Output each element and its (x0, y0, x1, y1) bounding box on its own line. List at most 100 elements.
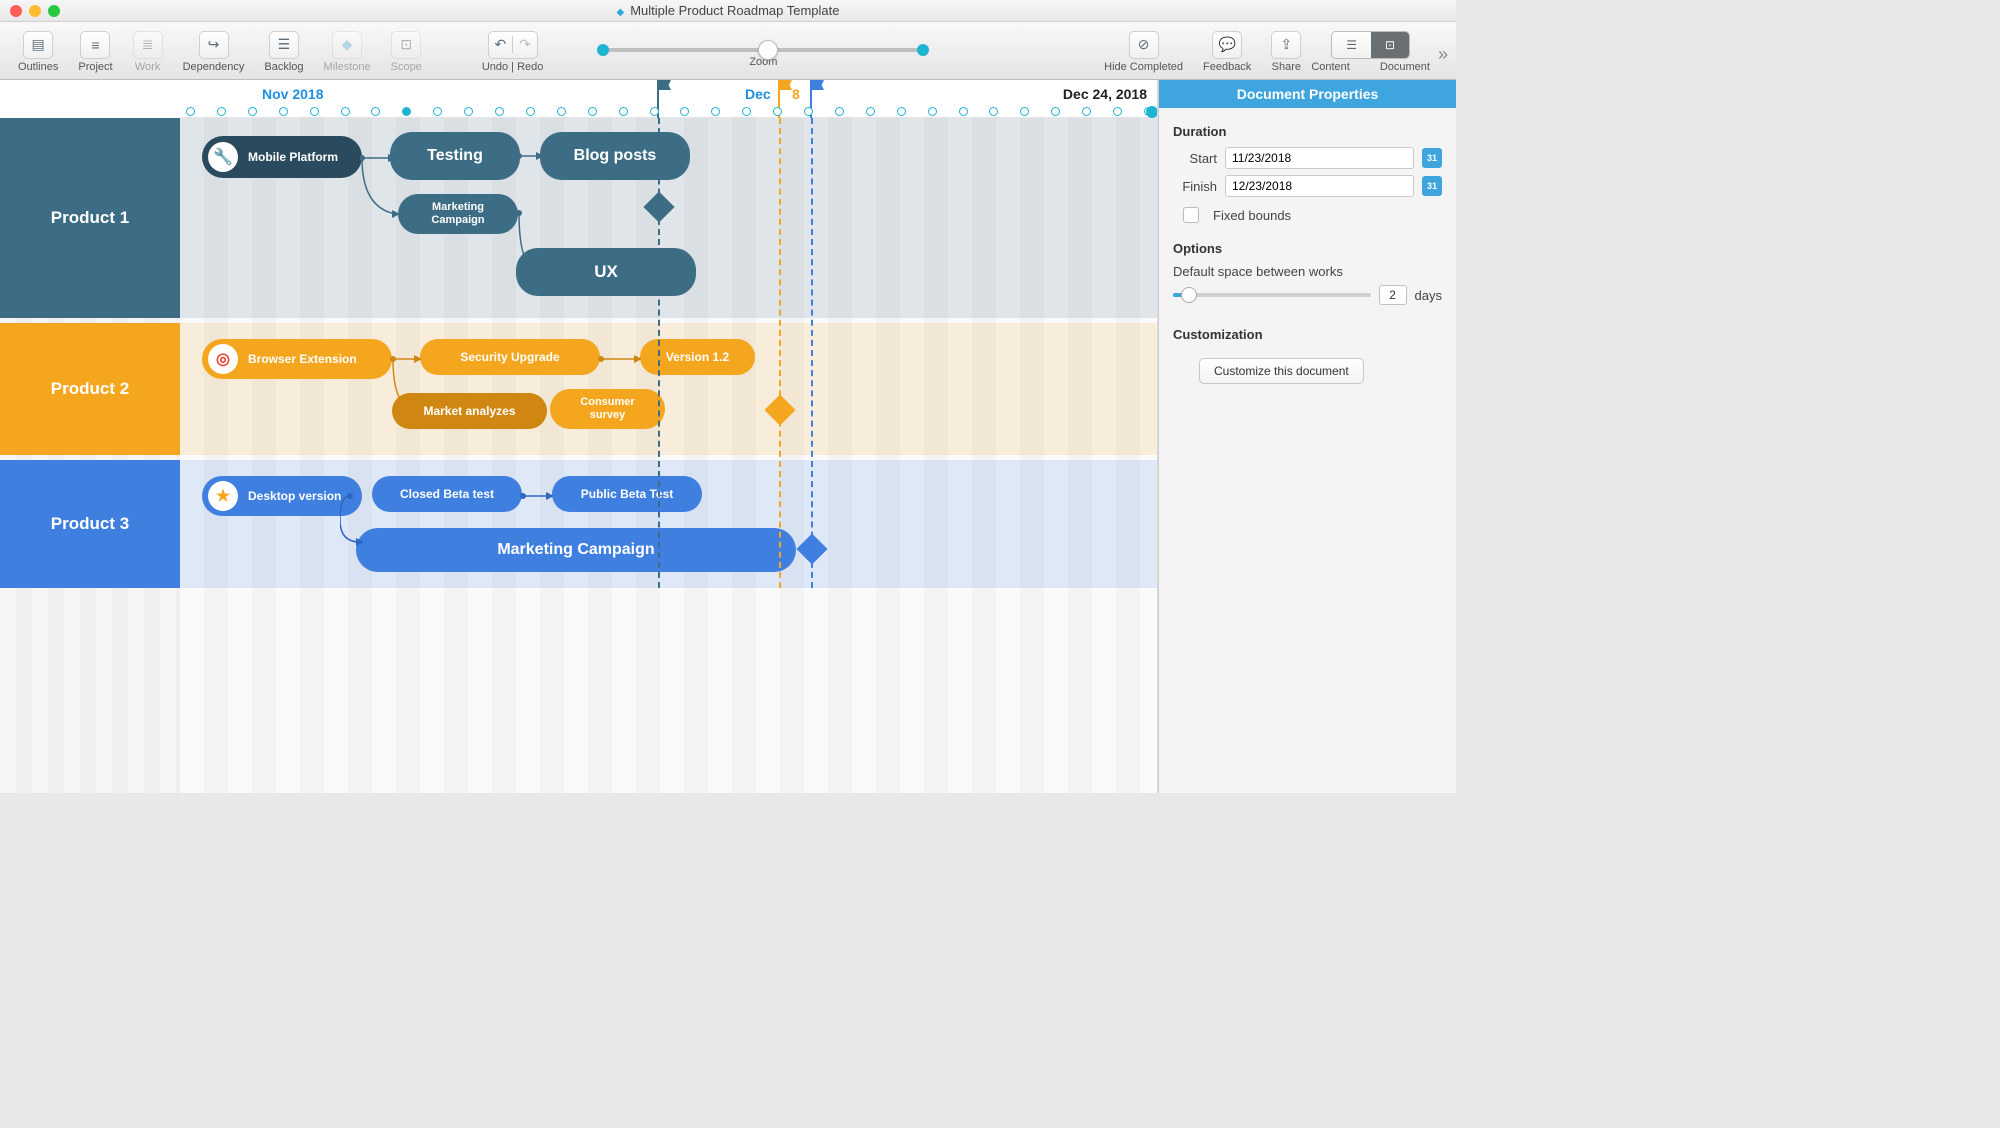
finish-date-input[interactable] (1225, 175, 1414, 197)
seg-document[interactable]: ⊡ (1371, 32, 1409, 58)
share-button[interactable]: ⇪Share (1261, 29, 1311, 73)
timeline-tick[interactable] (279, 107, 288, 116)
project-button[interactable]: ≡Project (68, 29, 122, 73)
timeline-month-dec: Dec (745, 86, 771, 102)
timeline-tick[interactable] (866, 107, 875, 116)
zoom-thumb[interactable] (758, 40, 778, 60)
close-window-icon[interactable] (10, 5, 22, 17)
timeline-tick[interactable] (310, 107, 319, 116)
timeline-tick[interactable] (650, 107, 659, 116)
timeline-tick[interactable] (341, 107, 350, 116)
title-bar: Multiple Product Roadmap Template (0, 0, 1456, 22)
fixed-bounds-label: Fixed bounds (1213, 208, 1291, 223)
timeline-tick[interactable] (1113, 107, 1122, 116)
swimlane-product-3[interactable]: Product 3 (0, 460, 180, 588)
milestone-flag-blue[interactable] (810, 80, 826, 98)
duration-heading: Duration (1173, 124, 1442, 139)
feedback-button[interactable]: 💬Feedback (1193, 29, 1261, 73)
timeline-tick[interactable] (959, 107, 968, 116)
undo-redo-icon: ↶↷ (488, 31, 538, 59)
timeline-tick[interactable] (835, 107, 844, 116)
spacing-thumb[interactable] (1181, 287, 1197, 303)
task-security-upgrade[interactable]: Security Upgrade (420, 339, 600, 375)
timeline-tick[interactable] (557, 107, 566, 116)
timeline-tick[interactable] (804, 107, 813, 116)
timeline-tick[interactable] (1082, 107, 1091, 116)
timeline-tick[interactable] (464, 107, 473, 116)
maximize-window-icon[interactable] (48, 5, 60, 17)
customization-heading: Customization (1173, 327, 1442, 342)
timeline-end-tick[interactable] (1146, 106, 1158, 118)
swimlane-product-1[interactable]: Product 1 (0, 118, 180, 318)
properties-panel: Document Properties Duration Start 31 Fi… (1158, 80, 1456, 793)
task-consumer-survey[interactable]: Consumersurvey (550, 389, 665, 429)
share-icon: ⇪ (1271, 31, 1301, 59)
task-testing[interactable]: Testing (390, 132, 520, 180)
task-closed-beta[interactable]: Closed Beta test (372, 476, 522, 512)
wrench-icon: 🔧 (208, 142, 238, 172)
seg-content[interactable]: ☰ (1332, 32, 1371, 58)
task-desktop-version[interactable]: ★ Desktop version (202, 476, 362, 516)
timeline-tick[interactable] (742, 107, 751, 116)
spacing-unit: days (1415, 288, 1442, 303)
overflow-icon[interactable]: » (1438, 44, 1448, 65)
outlines-icon: ▤ (23, 31, 53, 59)
undo-redo-button[interactable]: ↶↷ Undo | Redo (472, 29, 554, 73)
task-marketing-campaign-1[interactable]: MarketingCampaign (398, 194, 518, 234)
backlog-button[interactable]: ☰Backlog (254, 29, 313, 73)
task-market-analyzes[interactable]: Market analyzes (392, 393, 547, 429)
timeline-tick[interactable] (1051, 107, 1060, 116)
timeline-tick[interactable] (495, 107, 504, 116)
scope-button[interactable]: ⊡Scope (381, 29, 432, 73)
finish-calendar-icon[interactable]: 31 (1422, 176, 1442, 196)
timeline-tick[interactable] (619, 107, 628, 116)
start-date-input[interactable] (1225, 147, 1414, 169)
options-heading: Options (1173, 241, 1442, 256)
task-blog-posts[interactable]: Blog posts (540, 132, 690, 180)
work-button[interactable]: ≣Work (123, 29, 173, 73)
timeline-tick[interactable] (1020, 107, 1029, 116)
task-public-beta[interactable]: Public Beta Test (552, 476, 702, 512)
start-calendar-icon[interactable]: 31 (1422, 148, 1442, 168)
outlines-button[interactable]: ▤Outlines (8, 29, 68, 73)
timeline-header[interactable]: Nov 2018 Dec Dec 24, 2018 8 (180, 80, 1157, 118)
timeline-tick[interactable] (186, 107, 195, 116)
roadmap-canvas[interactable]: Nov 2018 Dec Dec 24, 2018 8 🔧 Mobile Pla… (180, 80, 1158, 793)
task-mobile-platform[interactable]: 🔧 Mobile Platform (202, 136, 362, 178)
timeline-tick[interactable] (897, 107, 906, 116)
dependency-button[interactable]: ↪Dependency (173, 29, 255, 73)
timeline-tick[interactable] (588, 107, 597, 116)
hide-completed-button[interactable]: ⊘Hide Completed (1094, 29, 1193, 73)
timeline-tick[interactable] (680, 107, 689, 116)
customize-button[interactable]: Customize this document (1199, 358, 1364, 384)
timeline-tick[interactable] (433, 107, 442, 116)
timeline-month-nov: Nov 2018 (262, 86, 323, 102)
timeline-tick[interactable] (371, 107, 380, 116)
timeline-tick[interactable] (711, 107, 720, 116)
spacing-value[interactable]: 2 (1379, 285, 1407, 305)
swimlane-product-2[interactable]: Product 2 (0, 323, 180, 455)
backlog-icon: ☰ (269, 31, 299, 59)
timeline-tick[interactable] (248, 107, 257, 116)
task-browser-extension[interactable]: ◎ Browser Extension (202, 339, 392, 379)
fixed-bounds-checkbox[interactable] (1183, 207, 1199, 223)
minimize-window-icon[interactable] (29, 5, 41, 17)
milestone-button[interactable]: ◆Milestone (314, 29, 381, 73)
task-marketing-campaign-3[interactable]: Marketing Campaign (356, 528, 796, 572)
project-icon: ≡ (80, 31, 110, 59)
lane-product-1: 🔧 Mobile Platform Testing Blog posts Mar… (180, 118, 1157, 318)
lane-product-2: ◎ Browser Extension Security Upgrade Ver… (180, 323, 1157, 455)
panel-mode-segment[interactable]: ☰ ⊡ (1331, 31, 1410, 59)
milestone-flag-teal[interactable] (657, 80, 673, 98)
task-ux[interactable]: UX (516, 248, 696, 296)
zoom-slider[interactable]: Zoom (583, 34, 943, 68)
timeline-tick[interactable] (217, 107, 226, 116)
timeline-tick[interactable] (928, 107, 937, 116)
spacing-slider[interactable] (1173, 293, 1371, 297)
lane-product-3: ★ Desktop version Closed Beta test Publi… (180, 460, 1157, 588)
timeline-tick[interactable] (526, 107, 535, 116)
timeline-tick[interactable] (402, 107, 411, 116)
timeline-tick[interactable] (773, 107, 782, 116)
timeline-tick[interactable] (989, 107, 998, 116)
hide-completed-icon: ⊘ (1129, 31, 1159, 59)
